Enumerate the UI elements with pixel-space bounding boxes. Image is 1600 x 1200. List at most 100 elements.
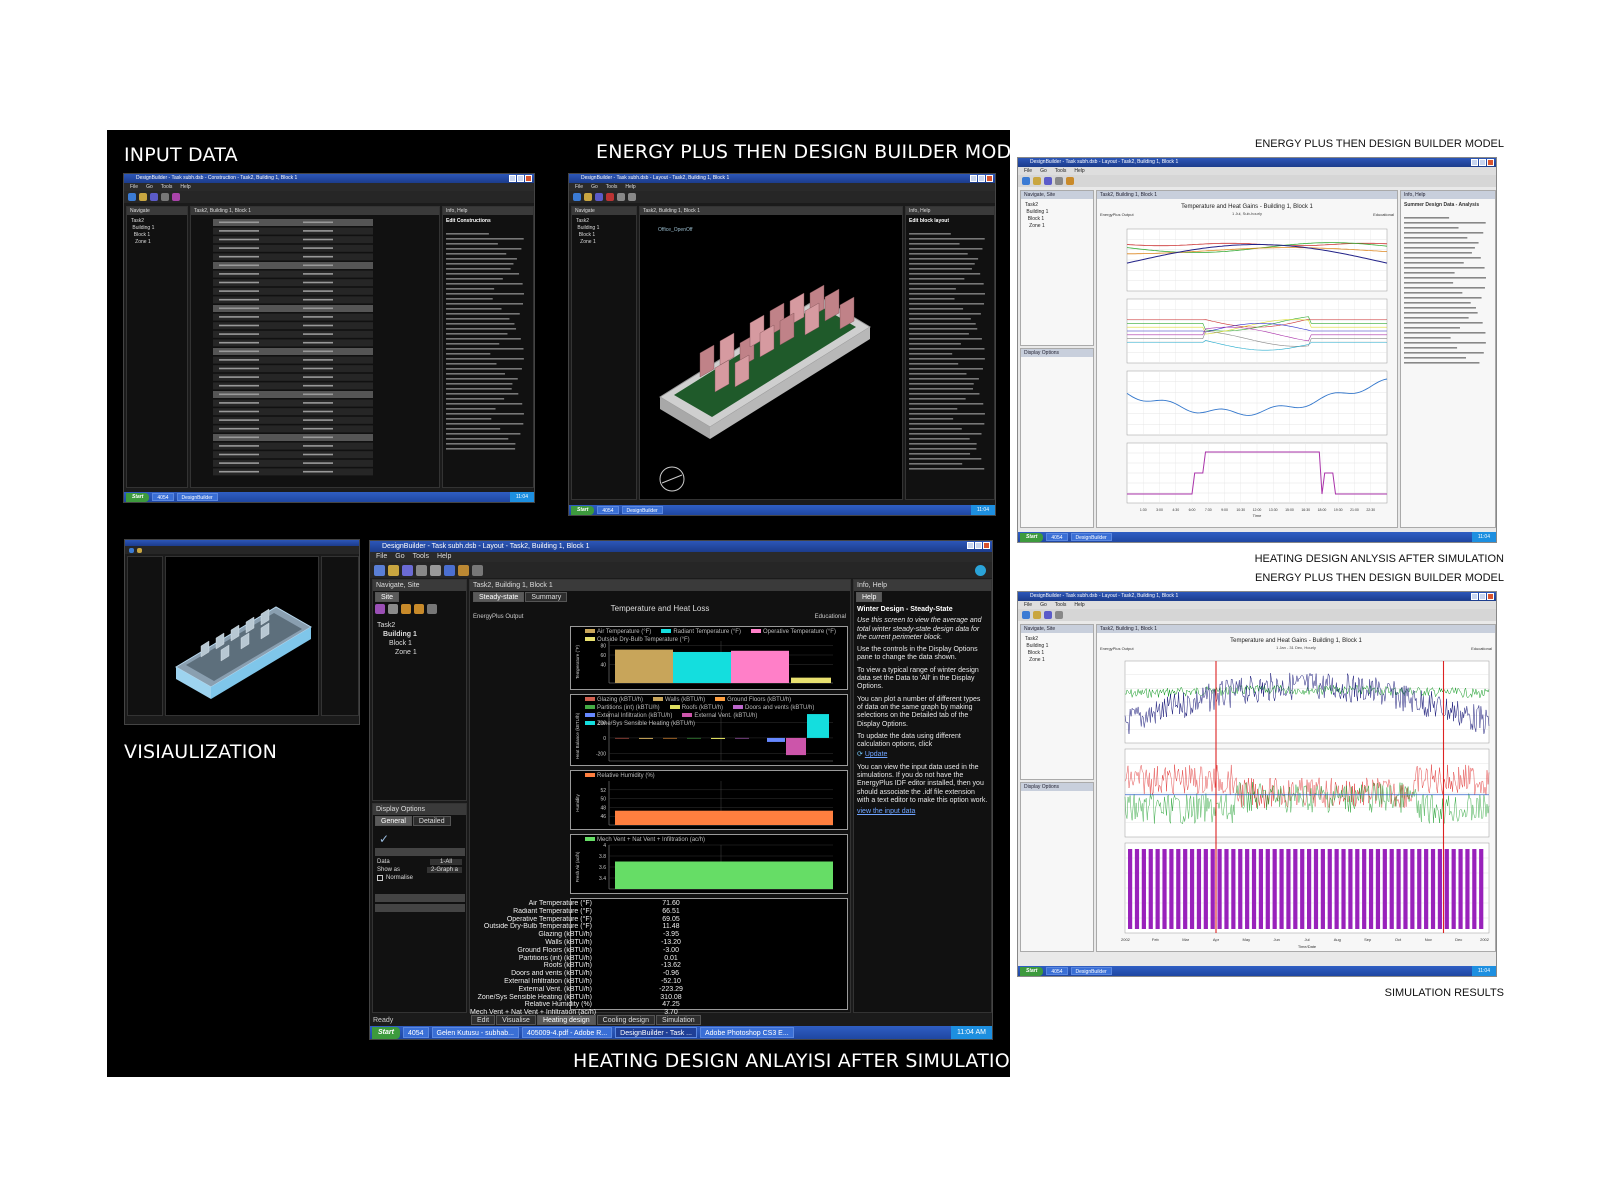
taskbar-item[interactable]: Gelen Kutusu - subhab... [431, 1027, 519, 1038]
maximize-icon[interactable] [1479, 159, 1486, 166]
minimize-icon[interactable] [967, 542, 974, 549]
summer-tree[interactable]: Task2 Building 1 Block 1 Zone 1 [1021, 199, 1093, 233]
task-item[interactable]: 4054 [597, 506, 619, 514]
open-icon[interactable] [139, 193, 147, 201]
menu-tools[interactable]: Tools [1055, 601, 1067, 609]
open-folder-icon[interactable] [388, 564, 399, 576]
select-icon[interactable] [172, 193, 180, 201]
new-icon[interactable] [1022, 177, 1030, 185]
vis-viewport[interactable] [165, 556, 319, 716]
print-icon[interactable] [1055, 177, 1063, 185]
new-icon[interactable] [129, 547, 134, 553]
close-icon[interactable] [525, 175, 532, 182]
export-icon[interactable] [458, 564, 469, 576]
start-button[interactable]: Start [1020, 532, 1044, 542]
tab-steady-state[interactable]: Steady-state [473, 592, 525, 602]
menu-go[interactable]: Go [146, 183, 153, 191]
rotate-icon[interactable] [617, 193, 625, 201]
open-icon[interactable] [137, 547, 142, 553]
tree-item-zone[interactable]: Zone 1 [377, 648, 417, 657]
taskbar-item-active[interactable]: DesignBuilder - Task ... [615, 1027, 697, 1038]
save-icon[interactable] [150, 193, 158, 201]
new-file-icon[interactable] [374, 564, 385, 576]
menu-go[interactable]: Go [1040, 601, 1047, 609]
maximize-icon[interactable] [978, 175, 985, 182]
menu-tools[interactable]: Tools [606, 183, 618, 191]
new-icon[interactable] [1022, 611, 1030, 619]
tab-summary[interactable]: Summary [525, 592, 568, 602]
tab-detailed[interactable]: Detailed [412, 816, 451, 826]
tab-edit[interactable]: Edit [471, 1015, 496, 1025]
data-select[interactable]: 1-All [429, 859, 462, 865]
model-tree[interactable]: Task2 Building 1 Block 1 Zone 1 [373, 618, 421, 660]
maximize-icon[interactable] [975, 542, 982, 549]
menu-help[interactable]: Help [1074, 167, 1084, 175]
menu-go[interactable]: Go [1040, 167, 1047, 175]
help-globe-icon[interactable] [975, 564, 986, 576]
zoom-icon[interactable] [628, 193, 636, 201]
normalise-checkbox[interactable] [377, 875, 383, 881]
open-icon[interactable] [1033, 177, 1041, 185]
import-icon[interactable] [444, 564, 455, 576]
open-icon[interactable] [584, 193, 592, 201]
model-viewport[interactable]: Task2, Building 1, Block 1 Office_OpenOf… [639, 206, 903, 500]
input-tree[interactable]: Task2 Building 1 Block 1 Zone 1 [127, 215, 187, 249]
arrow-right-icon[interactable] [414, 604, 424, 614]
tab-site[interactable]: Site [375, 592, 400, 602]
update-icon[interactable]: ⟳ [857, 751, 863, 758]
print-icon[interactable] [1055, 611, 1063, 619]
menu-tools[interactable]: Tools [413, 552, 429, 562]
start-button[interactable]: Start [571, 505, 595, 515]
tree-item-block[interactable]: Block 1 [377, 639, 417, 648]
close-icon[interactable] [986, 175, 993, 182]
close-icon[interactable] [983, 542, 990, 549]
tab-simulation[interactable]: Simulation [655, 1015, 701, 1025]
arrow-left-icon[interactable] [401, 604, 411, 614]
tab-help[interactable]: Help [856, 592, 883, 602]
show-as-select[interactable]: 2-Graph a [426, 867, 462, 873]
menu-help[interactable]: Help [625, 183, 635, 191]
menu-go[interactable]: Go [591, 183, 598, 191]
refresh-icon[interactable] [427, 604, 437, 614]
copy-icon[interactable] [388, 604, 398, 614]
isometric-building-model[interactable] [640, 217, 902, 499]
minimize-icon[interactable] [1471, 159, 1478, 166]
save-icon[interactable] [1044, 177, 1052, 185]
menu-file[interactable]: File [130, 183, 138, 191]
taskbar-item[interactable]: Adobe Photoshop CS3 E... [700, 1027, 794, 1038]
settings-icon[interactable] [472, 564, 483, 576]
maximize-icon[interactable] [517, 175, 524, 182]
menu-go[interactable]: Go [395, 552, 404, 562]
save-icon[interactable] [1044, 611, 1052, 619]
tools-icon[interactable] [430, 564, 441, 576]
tree-item-task[interactable]: Task2 [377, 621, 417, 630]
menu-file[interactable]: File [575, 183, 583, 191]
minimize-icon[interactable] [509, 175, 516, 182]
save-icon[interactable] [402, 564, 413, 576]
minimize-icon[interactable] [970, 175, 977, 182]
task-item[interactable]: 4054 [1046, 967, 1068, 975]
construction-grid[interactable] [191, 215, 439, 485]
menu-tools[interactable]: Tools [161, 183, 173, 191]
start-button[interactable]: Start [372, 1026, 400, 1039]
task-item[interactable]: 4054 [152, 493, 174, 501]
start-button[interactable]: Start [1020, 966, 1044, 976]
save-icon[interactable] [595, 193, 603, 201]
apply-check-icon[interactable]: ✓ [379, 832, 389, 846]
task-item[interactable]: 4054 [1046, 533, 1068, 541]
tab-visualise[interactable]: Visualise [496, 1015, 536, 1025]
print-icon[interactable] [416, 564, 427, 576]
tree-item-building[interactable]: Building 1 [377, 630, 417, 639]
new-icon[interactable] [128, 193, 136, 201]
tab-cooling-design[interactable]: Cooling design [596, 1015, 655, 1025]
update-link[interactable]: Update [865, 751, 888, 758]
maximize-icon[interactable] [1479, 593, 1486, 600]
menu-file[interactable]: File [1024, 167, 1032, 175]
task-item[interactable]: DesignBuilder [621, 506, 663, 514]
close-icon[interactable] [1487, 159, 1494, 166]
menu-tools[interactable]: Tools [1055, 167, 1067, 175]
menu-help[interactable]: Help [180, 183, 190, 191]
tab-heating-design[interactable]: Heating design [536, 1015, 596, 1025]
new-icon[interactable] [573, 193, 581, 201]
open-icon[interactable] [1033, 611, 1041, 619]
